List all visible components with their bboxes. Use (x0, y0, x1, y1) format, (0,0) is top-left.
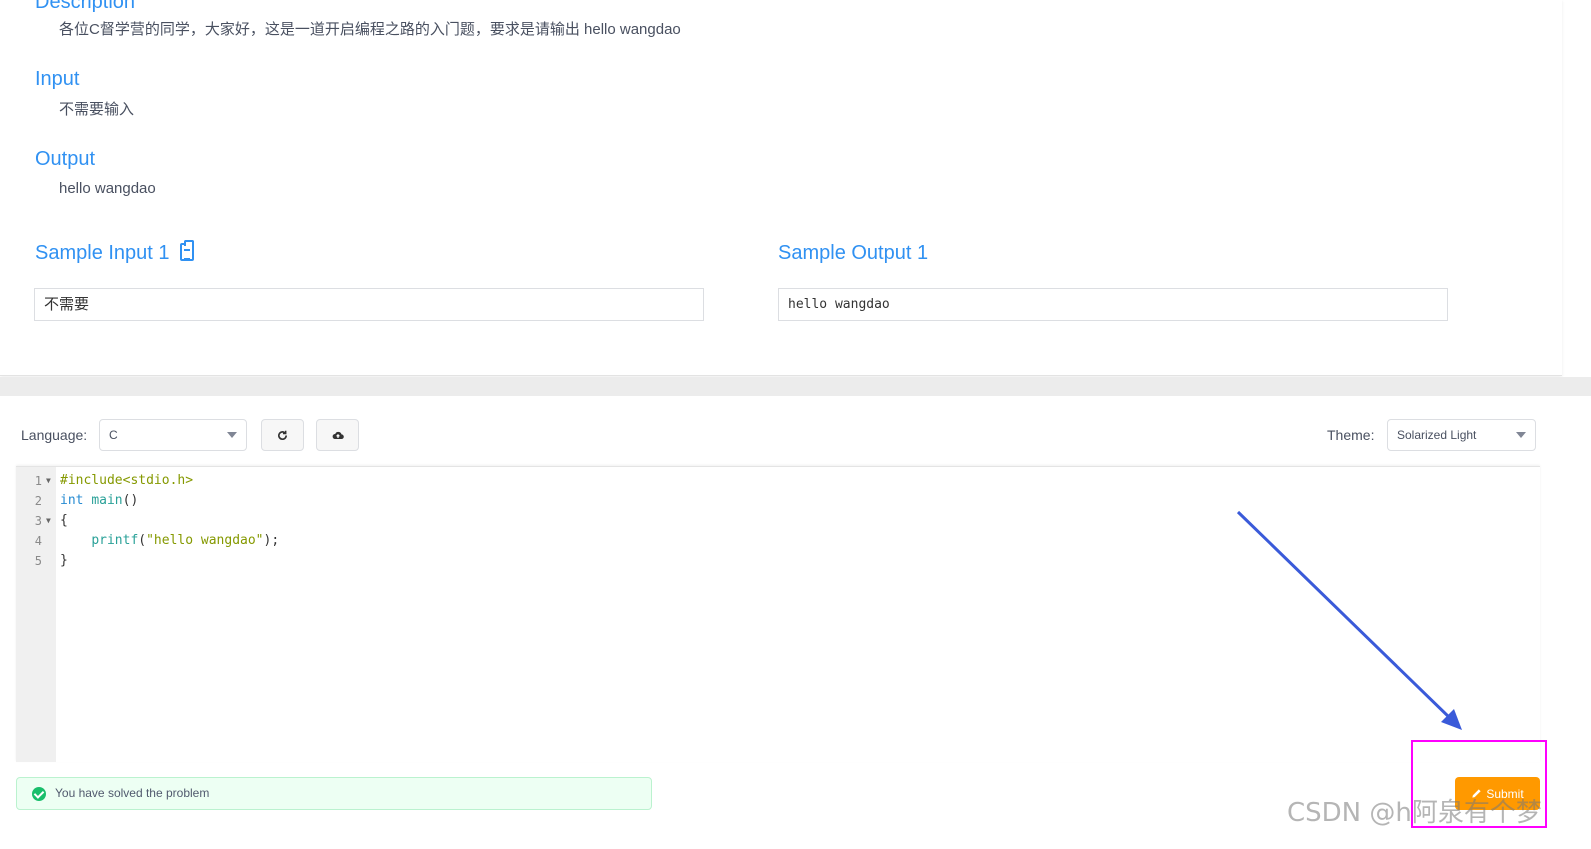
line-number: 1 (34, 474, 42, 488)
clipboard-icon[interactable] (180, 240, 194, 261)
line-number: 4 (34, 534, 42, 548)
code-token: ( (138, 533, 147, 548)
code-token: int (60, 493, 84, 508)
code-token: ); (263, 533, 280, 548)
watermark-text: CSDN @h阿泉有个梦 (1287, 798, 1542, 828)
language-select-value: C (109, 428, 118, 442)
chevron-down-icon (227, 432, 237, 438)
section-divider (0, 377, 1591, 396)
code-text: } (60, 551, 68, 571)
code-token: } (60, 553, 68, 568)
status-message: You have solved the problem (55, 786, 210, 800)
cloud-upload-icon (332, 431, 344, 439)
sample-output-heading: Sample Output 1 (778, 242, 929, 264)
annotation-arrow (1236, 510, 1462, 730)
refresh-icon (278, 430, 287, 440)
sample-input-box: 不需要 (34, 288, 704, 321)
code-text: { (60, 511, 68, 531)
sample-output-box: hello wangdao (778, 288, 1448, 321)
sample-input-heading: Sample Input 1 (35, 242, 170, 264)
reset-code-button[interactable] (261, 419, 304, 451)
description-heading: Description (35, 0, 136, 13)
code-token: main (91, 493, 123, 508)
line-number: 5 (34, 554, 42, 568)
code-token: "hello wangdao" (146, 533, 264, 548)
check-circle-icon (32, 787, 46, 801)
line-number: 3 (34, 514, 42, 528)
fold-toggle-icon[interactable]: ▼ (46, 511, 51, 531)
language-label: Language: (21, 427, 88, 443)
upload-code-button[interactable] (316, 419, 359, 451)
output-heading: Output (35, 148, 96, 170)
input-heading: Input (35, 68, 80, 90)
code-token: { (60, 513, 68, 528)
theme-select-value: Solarized Light (1397, 428, 1477, 442)
fold-toggle-icon[interactable]: ▼ (46, 471, 51, 491)
code-text: #include<stdio.h> (60, 471, 193, 491)
description-text: 各位C督学营的同学，大家好，这是一道开启编程之路的入门题，要求是请输出 hell… (59, 21, 681, 38)
theme-label: Theme: (1327, 427, 1375, 443)
code-token: printf (91, 533, 139, 548)
code-token: #include<stdio.h> (60, 473, 194, 488)
code-token: () (122, 493, 139, 508)
language-select[interactable]: C (99, 419, 247, 451)
status-alert: You have solved the problem (16, 777, 652, 810)
code-text: int main() (60, 491, 138, 511)
line-number: 2 (34, 494, 42, 508)
output-text: hello wangdao (59, 180, 156, 197)
input-text: 不需要输入 (59, 101, 135, 118)
theme-select[interactable]: Solarized Light (1387, 419, 1536, 451)
chevron-down-icon (1516, 432, 1526, 438)
problem-card: Description 各位C督学营的同学，大家好，这是一道开启编程之路的入门题… (0, 0, 1562, 376)
code-text: printf("hello wangdao"); (60, 531, 279, 551)
